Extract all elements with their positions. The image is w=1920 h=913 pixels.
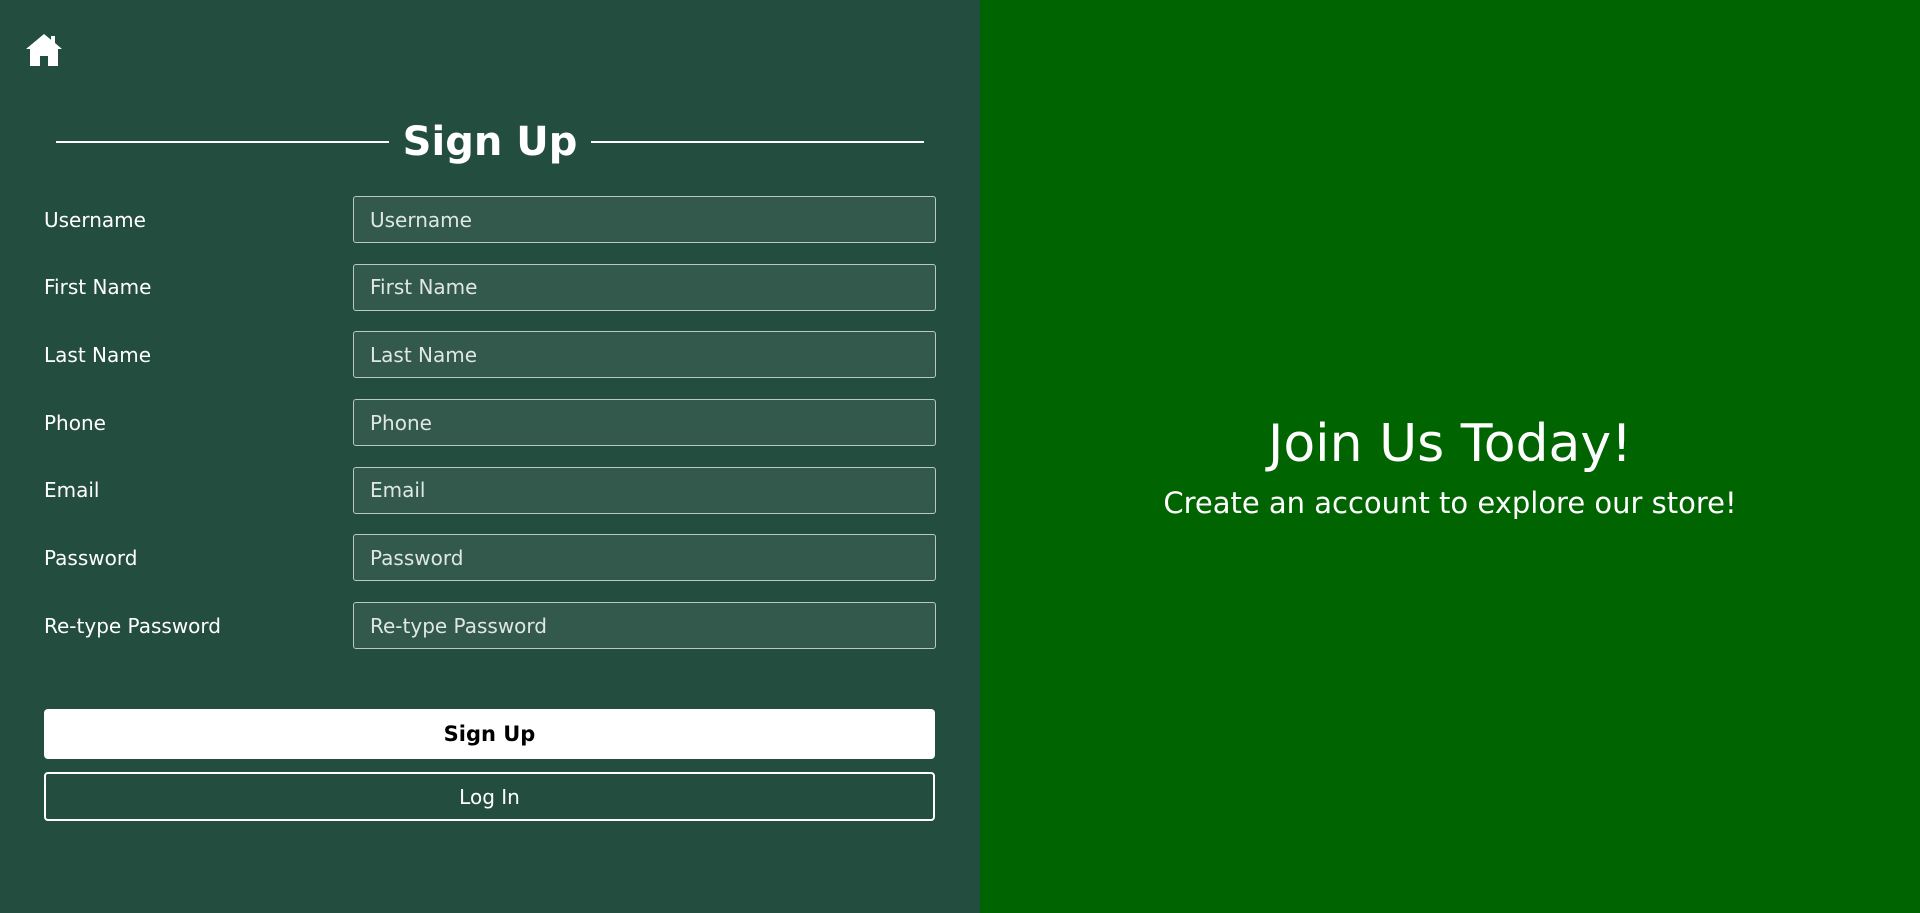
form-row-username: Username	[44, 196, 936, 243]
title-divider-left	[56, 141, 389, 143]
form-row-email: Email	[44, 466, 936, 514]
phone-label: Phone	[44, 410, 106, 435]
hero-panel: Join Us Today! Create an account to expl…	[980, 0, 1920, 913]
first-name-label: First Name	[44, 275, 152, 300]
signup-panel: Sign Up Username First Name Last Name Ph…	[0, 0, 980, 913]
home-link[interactable]	[24, 32, 64, 68]
form-row-password: Password	[44, 534, 936, 582]
username-input[interactable]	[353, 196, 936, 243]
email-input[interactable]	[353, 466, 936, 514]
home-icon	[26, 34, 62, 66]
form-row-phone: Phone	[44, 399, 936, 447]
title-divider-right	[591, 141, 925, 143]
username-label: Username	[44, 207, 146, 232]
retype-password-input[interactable]	[353, 602, 936, 650]
password-input[interactable]	[353, 534, 936, 582]
log-in-button[interactable]: Log In	[44, 772, 935, 821]
email-label: Email	[44, 478, 100, 503]
phone-input[interactable]	[353, 399, 936, 447]
first-name-input[interactable]	[353, 263, 936, 311]
last-name-label: Last Name	[44, 342, 152, 367]
form-row-first-name: First Name	[44, 263, 936, 311]
page-title: Sign Up	[402, 119, 578, 165]
page: Sign Up Username First Name Last Name Ph…	[0, 0, 1920, 913]
last-name-input[interactable]	[353, 331, 936, 379]
sign-up-button[interactable]: Sign Up	[44, 709, 935, 759]
retype-password-label: Re-type Password	[44, 613, 221, 638]
signup-form: Username First Name Last Name Phone Emai…	[44, 196, 936, 670]
form-row-last-name: Last Name	[44, 331, 936, 379]
hero-title: Join Us Today!	[1268, 413, 1632, 474]
form-row-retype-password: Re-type Password	[44, 602, 936, 650]
signup-title-row: Sign Up	[56, 112, 925, 172]
hero-subtitle: Create an account to explore our store!	[1163, 485, 1737, 520]
password-label: Password	[44, 545, 138, 570]
